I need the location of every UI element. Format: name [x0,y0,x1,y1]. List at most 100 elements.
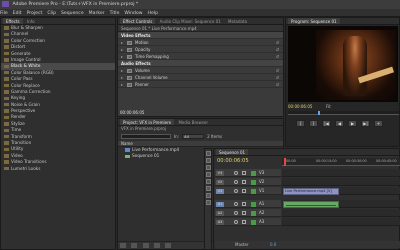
expand-triangle-icon[interactable]: ▸ [121,54,123,59]
tab-info[interactable]: Info [24,18,38,24]
effect-row[interactable]: ▸ fx Motion ↺ [118,39,283,46]
pen-tool-icon[interactable] [206,186,211,191]
track-lane[interactable] [282,200,400,208]
reset-icon[interactable]: ↺ [276,81,279,88]
tab-effects[interactable]: Effects [3,18,23,24]
eye-icon[interactable] [234,171,238,175]
sync-lock-icon[interactable] [251,201,256,207]
menu-edit[interactable]: Edit [13,11,22,16]
project-search-input[interactable] [121,134,171,139]
transport-button[interactable]: |◀ [322,120,331,127]
menu-help[interactable]: Help [148,11,158,16]
track-lane[interactable]: Live Performance.mp4 [V] [282,187,400,195]
tab-project[interactable]: Project: VFX in Premiere [120,119,175,125]
program-timecode[interactable]: 00:00:06:05 [288,104,312,109]
eye-icon[interactable] [234,189,238,193]
fx-toggle-icon[interactable]: fx [127,41,133,45]
fx-toggle-icon[interactable]: fx [127,69,133,73]
track-header[interactable]: V3 V3 [215,169,281,177]
expand-triangle-icon[interactable]: ▸ [121,47,123,52]
expand-triangle-icon[interactable]: ▸ [121,40,123,45]
tab-sequence-01[interactable]: Sequence 01 [216,149,249,155]
effect-row[interactable]: ▸ fx Channel Volume ↺ [118,74,283,81]
track-lane[interactable] [282,209,400,217]
menu-sequence[interactable]: Sequence [61,11,84,16]
menu-window[interactable]: Window [124,11,142,16]
tab-effect-controls[interactable]: Effect Controls [120,18,156,24]
list-view-icon[interactable] [120,243,126,248]
track-header[interactable]: A3 A3 [215,218,281,226]
menu-marker[interactable]: Marker [89,11,105,16]
reset-icon[interactable]: ↺ [276,74,279,81]
sync-lock-icon[interactable] [251,170,256,176]
menu-title[interactable]: Title [110,11,120,16]
transport-button[interactable]: ◀ [335,120,344,127]
speaker-icon[interactable] [234,211,238,215]
menu-clip[interactable]: Clip [47,11,56,16]
program-scrub-bar[interactable] [288,111,399,115]
ripple-edit-tool-icon[interactable] [206,165,211,170]
menu-file[interactable]: File [0,11,8,16]
zoom-tool-icon[interactable] [206,200,211,205]
effect-row[interactable]: ▸ fx Panner ↺ [118,81,283,88]
effect-row[interactable]: ▸ fx Opacity ↺ [118,46,283,53]
razor-tool-icon[interactable] [206,172,211,177]
tab-program[interactable]: Program: Sequence 01 [288,18,340,24]
effect-row[interactable]: ▸ fx Volume ↺ [118,67,283,74]
sync-lock-icon[interactable] [251,179,256,185]
sync-lock-icon[interactable] [251,210,256,216]
hand-tool-icon[interactable] [206,193,211,198]
track-target-toggle[interactable]: A2 [216,210,224,216]
lock-icon[interactable] [242,220,246,224]
reset-icon[interactable]: ↺ [276,53,279,60]
track-select-tool-icon[interactable] [206,158,211,163]
lock-icon[interactable] [242,180,246,184]
track-target-toggle[interactable]: A1 [216,201,224,207]
tab-media-browser[interactable]: Media Browser [175,119,211,125]
speaker-icon[interactable] [234,220,238,224]
icon-view-icon[interactable] [131,243,138,248]
timeline-ruler[interactable]: 00:00 00:00:15:00 00:00:30:00 00:00:45:00 [282,158,400,166]
reset-icon[interactable]: ↺ [276,39,279,46]
project-in-select[interactable]: All [182,134,205,139]
new-item-icon[interactable] [154,243,161,248]
lock-icon[interactable] [242,211,246,215]
track-lane[interactable] [282,169,400,177]
selection-tool-icon[interactable] [206,151,211,156]
sync-lock-icon[interactable] [251,188,256,194]
transport-button[interactable]: ▶| [361,120,370,127]
reset-icon[interactable]: ↺ [276,67,279,74]
track-header[interactable]: V2 V2 [215,178,281,186]
menu-project[interactable]: Project [27,11,43,16]
track-header[interactable]: A1 A1 [215,200,281,208]
effects-item[interactable]: Lumetri Looks [1,166,115,172]
track-target-toggle[interactable]: A3 [216,219,224,225]
reset-icon[interactable]: ↺ [276,46,279,53]
effect-group-header[interactable]: Audio Effects [118,60,283,67]
track-header[interactable]: V1 V1 [215,187,281,195]
track-target-toggle[interactable]: V2 [216,179,224,185]
fx-toggle-icon[interactable]: fx [127,76,133,80]
program-fit-select[interactable]: Fit [326,104,331,110]
transport-button[interactable]: } [309,120,318,127]
track-lane[interactable] [282,178,400,186]
expand-triangle-icon[interactable]: ▸ [121,82,123,87]
trash-icon[interactable] [165,243,172,248]
slip-tool-icon[interactable] [206,179,211,184]
eye-icon[interactable] [234,180,238,184]
speaker-icon[interactable] [234,202,238,206]
transport-button[interactable]: + [374,120,383,127]
track-lane[interactable] [282,218,400,226]
fx-toggle-icon[interactable]: fx [127,48,133,52]
effect-group-header[interactable]: Video Effects [118,32,283,39]
transport-button[interactable]: { [296,120,305,127]
effect-row[interactable]: ▸ fx Time Remapping ↺ [118,53,283,60]
new-bin-icon[interactable] [142,243,149,248]
lock-icon[interactable] [242,189,246,193]
lock-icon[interactable] [242,171,246,175]
track-header[interactable]: A2 A2 [215,209,281,217]
track-target-toggle[interactable]: V3 [216,170,224,176]
program-playhead[interactable] [318,111,320,115]
video-clip[interactable]: Live Performance.mp4 [V] [283,187,339,195]
fx-toggle-icon[interactable]: fx [127,83,133,87]
